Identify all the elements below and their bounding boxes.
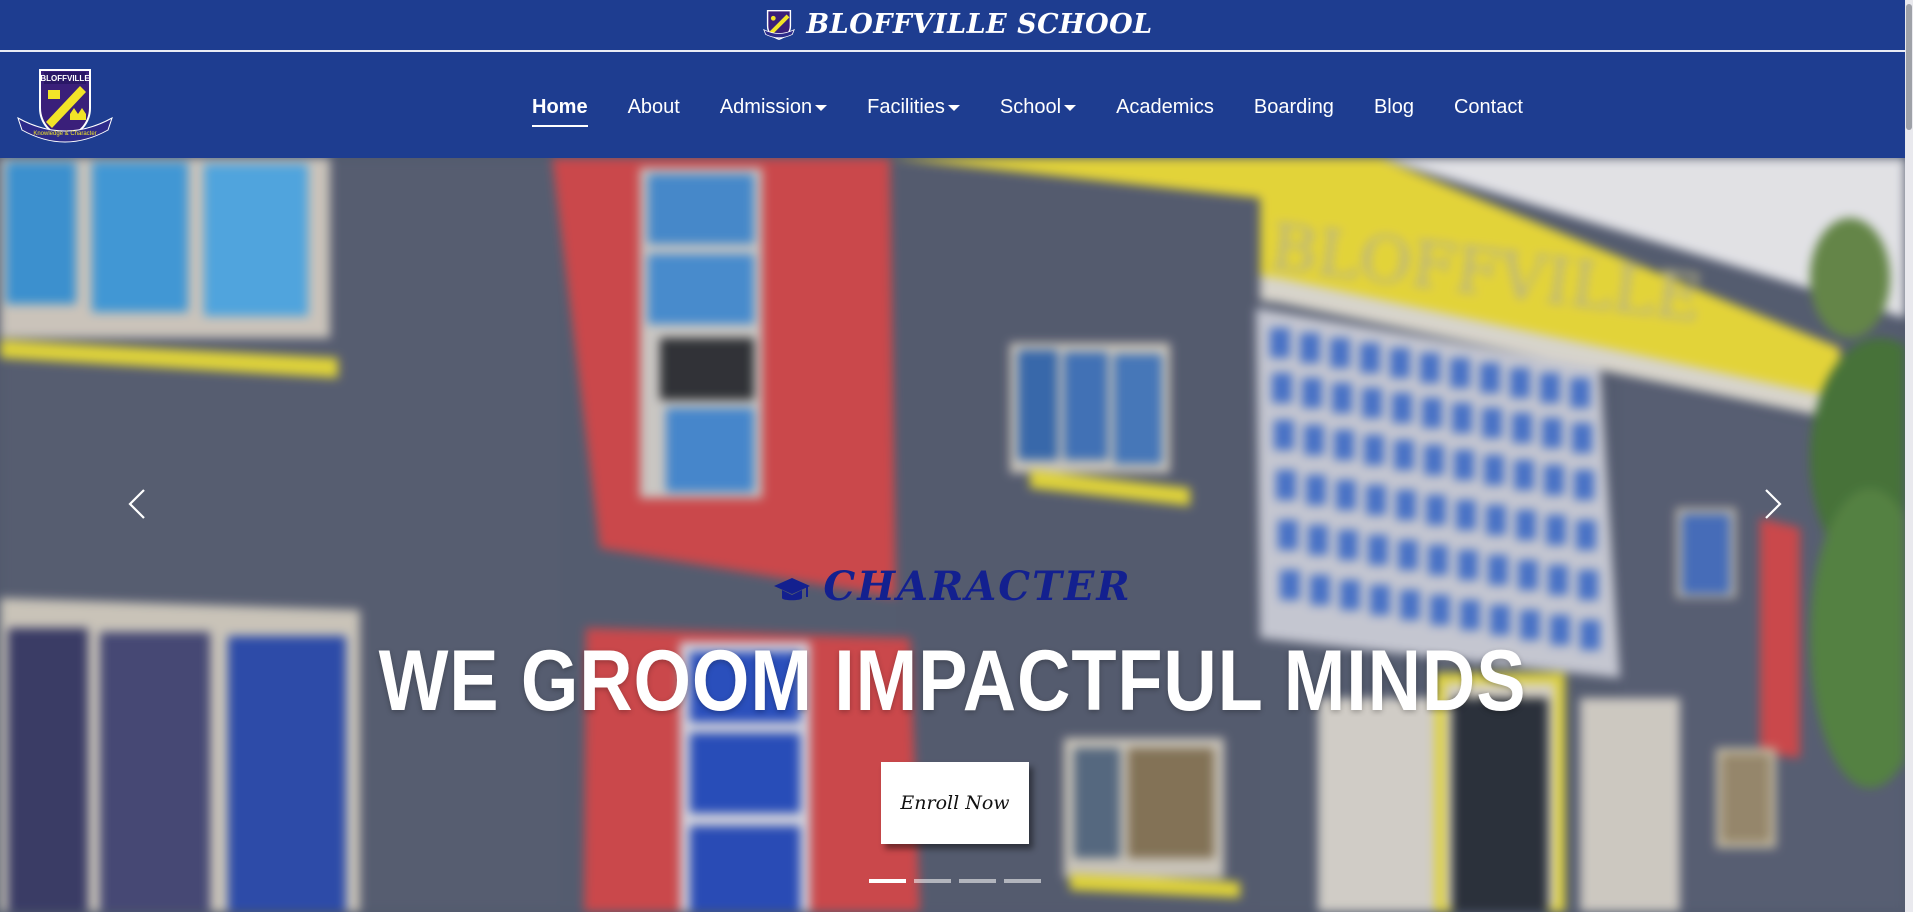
nav-item-blog[interactable]: Blog [1374,96,1414,119]
carousel-indicator[interactable] [959,879,996,883]
hero-headline: WE GROOM IMPACTFUL MINDS [378,633,1527,729]
enroll-now-label: Enroll Now [900,792,1010,814]
chevron-left-icon[interactable] [118,474,158,534]
chevron-right-icon[interactable] [1752,474,1792,534]
top-brand[interactable]: BLOFFVILLE SCHOOL [0,2,1913,46]
main-navbar: BLOFFVILLE Knowledge & Character Home Ab… [0,54,1913,158]
dropdown-caret-icon [947,105,960,111]
school-logo[interactable]: BLOFFVILLE Knowledge & Character [14,64,116,148]
carousel-indicators [869,879,1041,883]
nav-item-boarding[interactable]: Boarding [1254,96,1334,119]
nav-item-label: Blog [1373,95,1414,118]
page-scrollbar[interactable] [1905,0,1913,912]
nav-item-label: Contact [1453,95,1523,118]
primary-nav: Home About Admission Facilities School A… [532,90,1523,127]
logo-motto: Knowledge & Character [33,131,96,137]
nav-item-label: Facilities [867,95,945,118]
nav-item-label: Academics [1116,95,1214,118]
nav-item-facilities[interactable]: Facilities [867,96,960,119]
hero-subtitle: CHARACTER [823,562,1132,610]
carousel-indicator[interactable] [914,879,951,883]
scrollbar-thumb[interactable] [1906,4,1912,130]
graduation-cap-icon [774,578,811,601]
dropdown-caret-icon [815,105,828,111]
nav-item-label: Boarding [1253,95,1334,118]
nav-item-label: About [627,95,680,118]
logo-wordmark: BLOFFVILLE [40,74,90,83]
dropdown-caret-icon [1064,105,1077,111]
carousel-indicator[interactable] [869,879,906,883]
enroll-now-button[interactable]: Enroll Now [881,762,1029,844]
school-crest-icon [763,9,796,40]
nav-item-label: Admission [719,95,813,118]
school-name-title: BLOFFVILLE SCHOOL [806,8,1153,40]
nav-item-label: Home [532,95,588,118]
hero-carousel: BLOFFVILLE CHARACTER WE GROOM IMPACTFUL … [0,158,1905,912]
nav-item-label: School [999,95,1062,118]
nav-item-about[interactable]: About [628,96,680,119]
hero-caption: CHARACTER WE GROOM IMPACTFUL MINDS [0,562,1905,729]
nav-item-contact[interactable]: Contact [1454,96,1523,119]
hero-subtitle-row: CHARACTER [0,562,1905,610]
nav-item-school[interactable]: School [999,95,1077,119]
nav-item-academics[interactable]: Academics [1116,96,1214,119]
top-brand-bar: BLOFFVILLE SCHOOL [0,0,1913,52]
nav-item-admission[interactable]: Admission [719,95,828,119]
nav-item-home[interactable]: Home [532,95,588,127]
carousel-indicator[interactable] [1004,879,1041,883]
